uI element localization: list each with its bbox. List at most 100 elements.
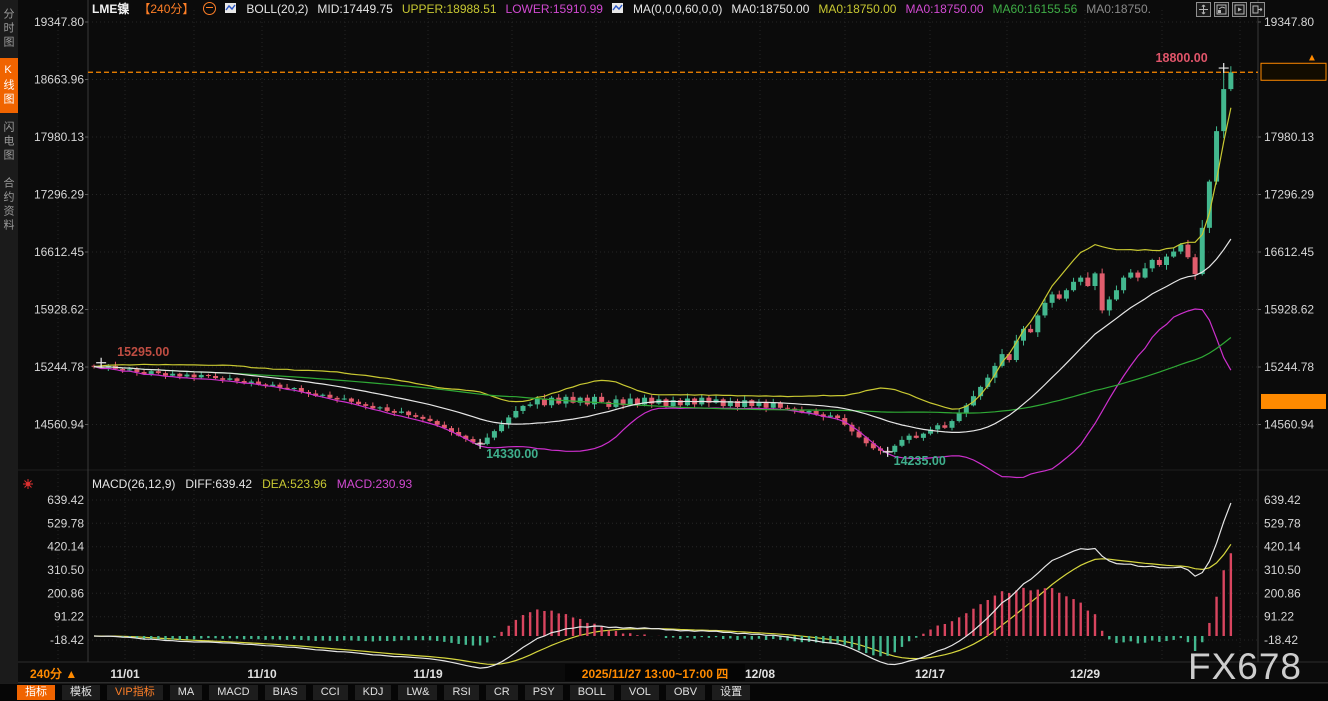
extreme-cross-marker [475, 439, 485, 449]
annotation-layer: 15295.00 14330.00 14235.00 18800.00 [88, 51, 1326, 468]
ma0-value-2: MA0:18750.00 [818, 2, 896, 16]
toolbar-button-3[interactable]: MA [170, 685, 203, 700]
grid-layer [0, 0, 1328, 683]
time-axis-label: 11/01 [110, 667, 140, 681]
sidebar-item-timeline-chart[interactable]: 分时图 [0, 2, 18, 56]
y-axis-label-right: 15928.62 [1264, 303, 1314, 317]
toolbar-button-8[interactable]: LW& [398, 685, 437, 700]
macd-macd-value: MACD:230.93 [337, 477, 412, 491]
toolbar-button-13[interactable]: VOL [621, 685, 659, 700]
y-axis-label-left: 15244.78 [34, 360, 84, 374]
time-axis-current-label: 2025/11/27 13:00~17:00 四 [582, 667, 728, 681]
toolbar-button-12[interactable]: BOLL [570, 685, 614, 700]
extreme-price-label: 15295.00 [117, 345, 169, 359]
macd-axis-label-right: 639.42 [1264, 493, 1301, 507]
fx678-watermark: FX678 [1188, 646, 1302, 688]
y-axis-label-right: 17296.29 [1264, 188, 1314, 202]
macd-axis-label-left: 639.42 [47, 493, 84, 507]
y-axis-label-left: 19347.80 [34, 15, 84, 29]
time-axis-label: 11/10 [247, 667, 277, 681]
extreme-cross-marker [1219, 63, 1229, 73]
period-footer-label: 240分 ▲ [30, 666, 77, 681]
y-axis-label-right: 15244.78 [1264, 360, 1314, 374]
session-price-badge [1261, 394, 1326, 409]
ma-indicator-icon[interactable] [612, 3, 624, 14]
y-axis-label-right: 17980.13 [1264, 130, 1314, 144]
toolbar-button-1[interactable]: 模板 [62, 685, 100, 700]
macd-header: MACD(26,12,9) DIFF:639.42 DEA:523.96 MAC… [92, 477, 412, 491]
toolbar-button-2[interactable]: VIP指标 [107, 685, 163, 700]
macd-label: MACD(26,12,9) [92, 477, 175, 491]
app-window: 19347.80 18663.96 17980.13 17296.29 16612.45… [0, 0, 1328, 701]
boll-label: BOLL(20,2) [246, 2, 308, 16]
macd-axis-label-left: 200.86 [47, 586, 84, 600]
boll-lower-line [94, 309, 1231, 478]
toolbar-button-11[interactable]: PSY [525, 685, 563, 700]
extreme-price-label: 18800.00 [1156, 51, 1208, 65]
boll-mid-value: MID:17449.75 [317, 2, 392, 16]
ma-label: MA(0,0,0,60,0,0) [633, 2, 722, 16]
boll-upper-line [94, 108, 1231, 409]
boll-indicator-icon[interactable] [225, 3, 237, 14]
macd-diff-value: DIFF:639.42 [185, 477, 252, 491]
ma60-value: MA60:16155.56 [993, 2, 1078, 16]
chart-play-icon[interactable] [1232, 2, 1247, 17]
macd-axis-label-left: 420.14 [47, 540, 84, 554]
axis-layer: 19347.80 18663.96 17980.13 17296.29 16612.45… [30, 15, 1317, 681]
indicator-marker-icon[interactable] [22, 477, 34, 495]
y-axis-label-left: 17296.29 [34, 188, 84, 202]
boll-mid-line [94, 239, 1231, 432]
collapse-icon[interactable] [203, 2, 216, 15]
toolbar-button-4[interactable]: MACD [209, 685, 257, 700]
macd-axis-label-right: 420.14 [1264, 540, 1301, 554]
header-icon-group [1196, 2, 1265, 17]
sidebar: 分时图 K线图 闪电图 合约资料 [0, 0, 18, 684]
time-axis-label: 12/17 [915, 667, 945, 681]
chart-header: LME镍 【240分】 BOLL(20,2) MID:17449.75 UPPE… [92, 1, 1151, 16]
y-axis-label-right: 16612.45 [1264, 245, 1314, 259]
indicator-toolbar: 指标模板 VIP指标 MA MACD BIAS CCI KDJ LW&RSI CR PSY BOLL… [0, 683, 1328, 701]
toolbar-button-14[interactable]: OBV [666, 685, 705, 700]
time-axis-label: 12/08 [745, 667, 775, 681]
y-axis-label-left: 15928.62 [34, 303, 84, 317]
macd-dea-value: DEA:523.96 [262, 477, 327, 491]
macd-axis-label-left: -18.42 [50, 633, 84, 647]
toolbar-button-15[interactable]: 设置 [712, 685, 750, 700]
chart-window-icon[interactable] [1214, 2, 1229, 17]
toolbar-button-7[interactable]: KDJ [355, 685, 392, 700]
ma0-value-5: MA0:18750. [1086, 2, 1151, 16]
chart-canvas[interactable]: 19347.80 18663.96 17980.13 17296.29 16612.45… [0, 0, 1328, 683]
boll-upper-value: UPPER:18988.51 [402, 2, 497, 16]
sidebar-item-contract-info[interactable]: 合约资料 [0, 171, 18, 239]
y-axis-label-right: 14560.94 [1264, 418, 1314, 432]
y-axis-label-left: 17980.13 [34, 130, 84, 144]
y-axis-label-right: 19347.80 [1264, 15, 1314, 29]
boll-lower-value: LOWER:15910.99 [506, 2, 603, 16]
toolbar-button-10[interactable]: CR [486, 685, 518, 700]
toolbar-button-0[interactable]: 指标 [17, 685, 55, 700]
macd-axis-label-left: 529.78 [47, 516, 84, 530]
macd-axis-label-right: -18.42 [1264, 633, 1298, 647]
extreme-price-label: 14330.00 [486, 447, 538, 461]
toolbar-button-5[interactable]: BIAS [265, 685, 306, 700]
ma0-value-1: MA0:18750.00 [731, 2, 809, 16]
extreme-price-label: 14235.00 [894, 454, 946, 468]
sidebar-item-flash-chart[interactable]: 闪电图 [0, 115, 18, 169]
time-axis-label: 11/19 [413, 667, 443, 681]
pan-icon[interactable] [1196, 2, 1211, 17]
sidebar-item-kline-chart[interactable]: K线图 [0, 58, 18, 113]
price-up-arrow-icon: ▲ [1307, 52, 1317, 63]
y-axis-label-left: 18663.96 [34, 73, 84, 87]
toolbar-button-9[interactable]: RSI [444, 685, 478, 700]
toolbar-button-6[interactable]: CCI [313, 685, 348, 700]
exit-icon[interactable] [1250, 2, 1265, 17]
macd-axis-label-right: 200.86 [1264, 586, 1301, 600]
macd-axis-label-left: 91.22 [54, 610, 84, 624]
y-axis-label-left: 14560.94 [34, 418, 84, 432]
macd-axis-label-left: 310.50 [47, 563, 84, 577]
macd-axis-label-right: 310.50 [1264, 563, 1301, 577]
macd-axis-label-right: 529.78 [1264, 516, 1301, 530]
current-price-badge [1261, 63, 1326, 80]
macd-axis-label-right: 91.22 [1264, 610, 1294, 624]
period-label: 【240分】 [138, 0, 194, 17]
